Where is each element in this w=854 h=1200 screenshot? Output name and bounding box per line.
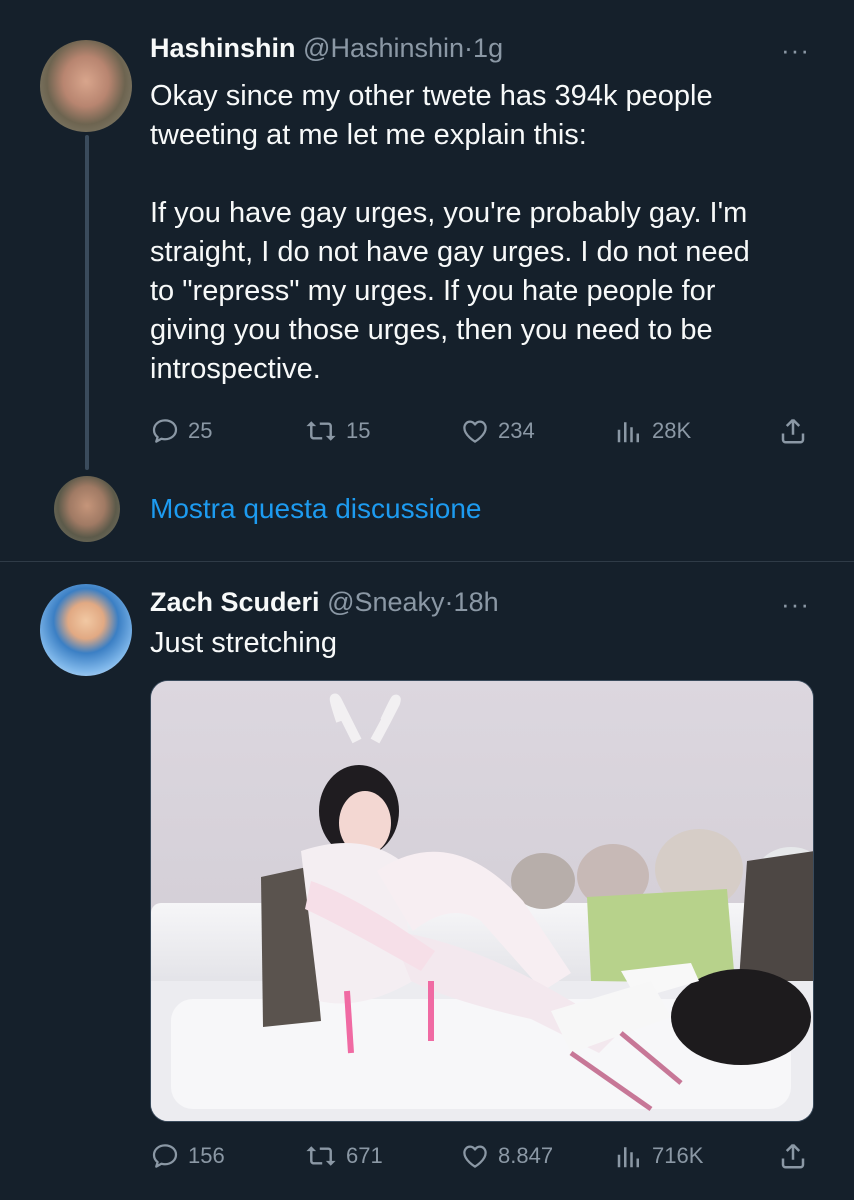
retweet-button[interactable]: 671 (304, 1141, 383, 1171)
retweet-count: 15 (346, 418, 371, 443)
share-button[interactable] (778, 416, 808, 446)
more-icon[interactable]: ··· (781, 591, 810, 617)
author-name[interactable]: Zach Scuderi (150, 587, 320, 617)
views-button[interactable]: 28K (614, 416, 691, 446)
like-button[interactable]: 8.847 (460, 1141, 553, 1171)
tweet-text: Just stretching (150, 627, 337, 659)
author-name[interactable]: Hashinshin (150, 33, 296, 63)
tweet-header: Hashinshin @Hashinshin·1g (150, 31, 503, 65)
reply-button[interactable]: 156 (150, 1141, 225, 1171)
like-button[interactable]: 234 (460, 416, 535, 446)
share-button[interactable] (778, 1141, 808, 1171)
tweet-actions: 156 671 8.847 716K (150, 1141, 814, 1177)
separator: · (444, 587, 454, 617)
reply-count: 25 (188, 418, 213, 443)
tweet-header: Zach Scuderi @Sneaky·18h (150, 585, 499, 619)
share-icon (778, 1141, 808, 1171)
more-icon[interactable]: ··· (781, 37, 810, 63)
views-icon (614, 416, 644, 446)
retweet-icon (304, 1141, 338, 1171)
share-icon (778, 416, 808, 446)
like-icon (460, 1141, 490, 1171)
avatar-small[interactable] (54, 476, 120, 542)
avatar[interactable] (40, 40, 132, 132)
tweet-hashinshin[interactable]: Hashinshin @Hashinshin·1g ··· Okay since… (0, 0, 854, 562)
thread-line (85, 135, 89, 470)
tweet-actions: 25 15 234 28K (150, 416, 814, 452)
reply-button[interactable]: 25 (150, 416, 212, 446)
like-count: 8.847 (498, 1143, 554, 1168)
photo-illustration (151, 681, 813, 1121)
avatar[interactable] (40, 584, 132, 676)
views-button[interactable]: 716K (614, 1141, 703, 1171)
views-count: 28K (652, 418, 692, 443)
tweet-image[interactable] (150, 680, 814, 1122)
retweet-icon (304, 416, 338, 446)
separator: · (464, 33, 474, 63)
views-count: 716K (652, 1143, 704, 1168)
author-handle[interactable]: @Hashinshin (303, 33, 464, 63)
like-icon (460, 416, 490, 446)
reply-icon (150, 1141, 180, 1171)
retweet-count: 671 (346, 1143, 383, 1168)
tweet-text: Okay since my other twete has 394k peopl… (150, 80, 750, 385)
like-count: 234 (498, 418, 535, 443)
author-handle[interactable]: @Sneaky (327, 587, 444, 617)
reply-icon (150, 416, 180, 446)
show-thread-link[interactable]: Mostra questa discussione (150, 493, 482, 525)
timestamp[interactable]: 18h (454, 587, 499, 617)
views-icon (614, 1141, 644, 1171)
retweet-button[interactable]: 15 (304, 416, 370, 446)
timestamp[interactable]: 1g (473, 33, 503, 63)
reply-count: 156 (188, 1143, 225, 1168)
